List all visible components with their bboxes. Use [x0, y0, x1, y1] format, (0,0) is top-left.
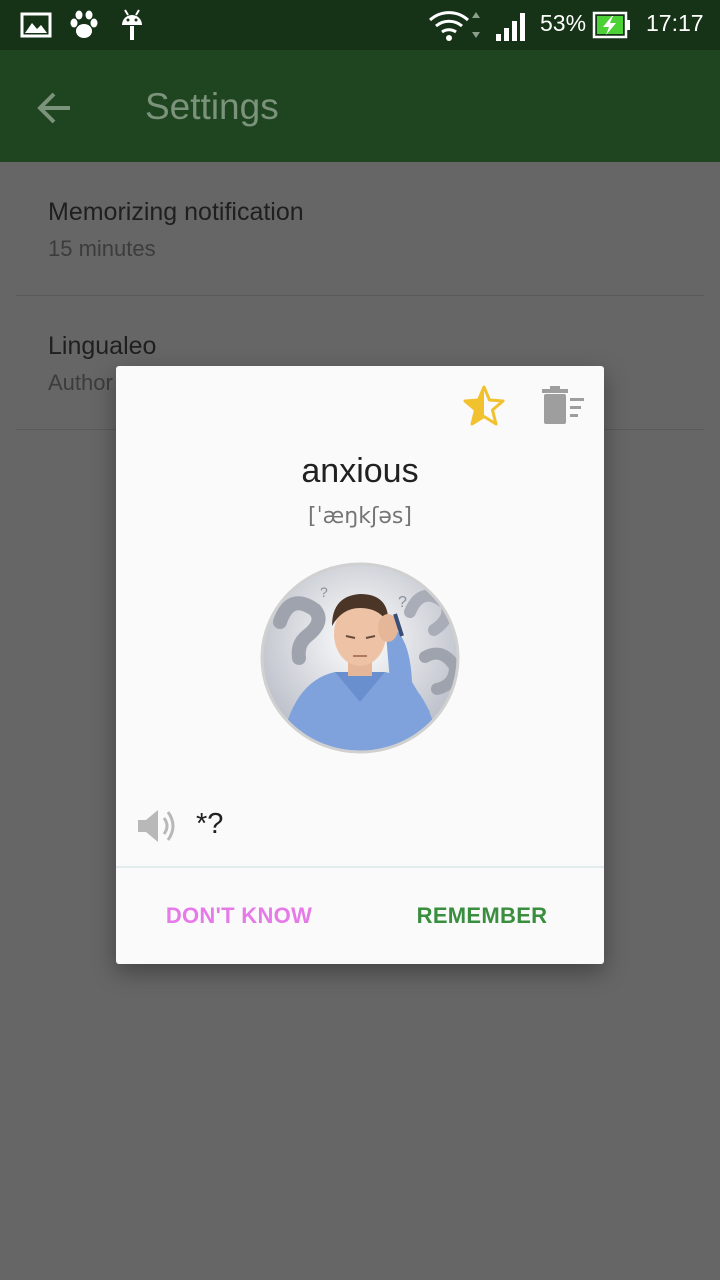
page-title: Settings: [145, 86, 279, 127]
signal-icon: [494, 10, 530, 46]
clock: 17:17: [646, 10, 704, 36]
remember-button[interactable]: REMEMBER: [404, 890, 560, 942]
android-icon: [119, 8, 145, 46]
wifi-icon: [428, 8, 484, 46]
battery-percent: 53%: [540, 10, 587, 36]
paw-icon: [68, 10, 100, 44]
arrow-back-icon: [30, 92, 82, 138]
setting-title: Lingualeo: [48, 332, 157, 360]
speaker-icon: [134, 810, 180, 850]
divider: [116, 866, 604, 868]
delete-list-icon: [540, 386, 586, 430]
translation-text: *?: [196, 808, 224, 840]
star-half-icon: [462, 385, 506, 432]
word-card-dialog: anxious [ˈæŋkʃəs] ? ? *? DON'T KNOW REME…: [116, 366, 604, 964]
transcription: [ˈæŋkʃəs]: [308, 504, 412, 529]
setting-item-memorizing-notification[interactable]: Memorizing notification 15 minutes: [0, 162, 720, 296]
svg-text:?: ?: [398, 594, 407, 611]
delete-button[interactable]: [540, 386, 586, 426]
app-bar: Settings: [0, 50, 720, 162]
svg-text:?: ?: [320, 584, 328, 600]
favorite-button[interactable]: [462, 384, 506, 428]
status-bar: 53% 17:17: [0, 0, 720, 50]
dont-know-button[interactable]: DON'T KNOW: [154, 890, 324, 942]
back-button[interactable]: [30, 82, 82, 134]
battery-charging-icon: [592, 11, 632, 43]
setting-title: Memorizing notification: [48, 198, 304, 226]
gallery-icon: [20, 12, 52, 42]
play-sound-button[interactable]: [134, 806, 180, 846]
setting-summary: Author: [48, 370, 113, 395]
word-title: anxious: [301, 452, 419, 490]
anxious-man-picture: ? ?: [260, 562, 460, 754]
setting-summary: 15 minutes: [48, 236, 156, 261]
